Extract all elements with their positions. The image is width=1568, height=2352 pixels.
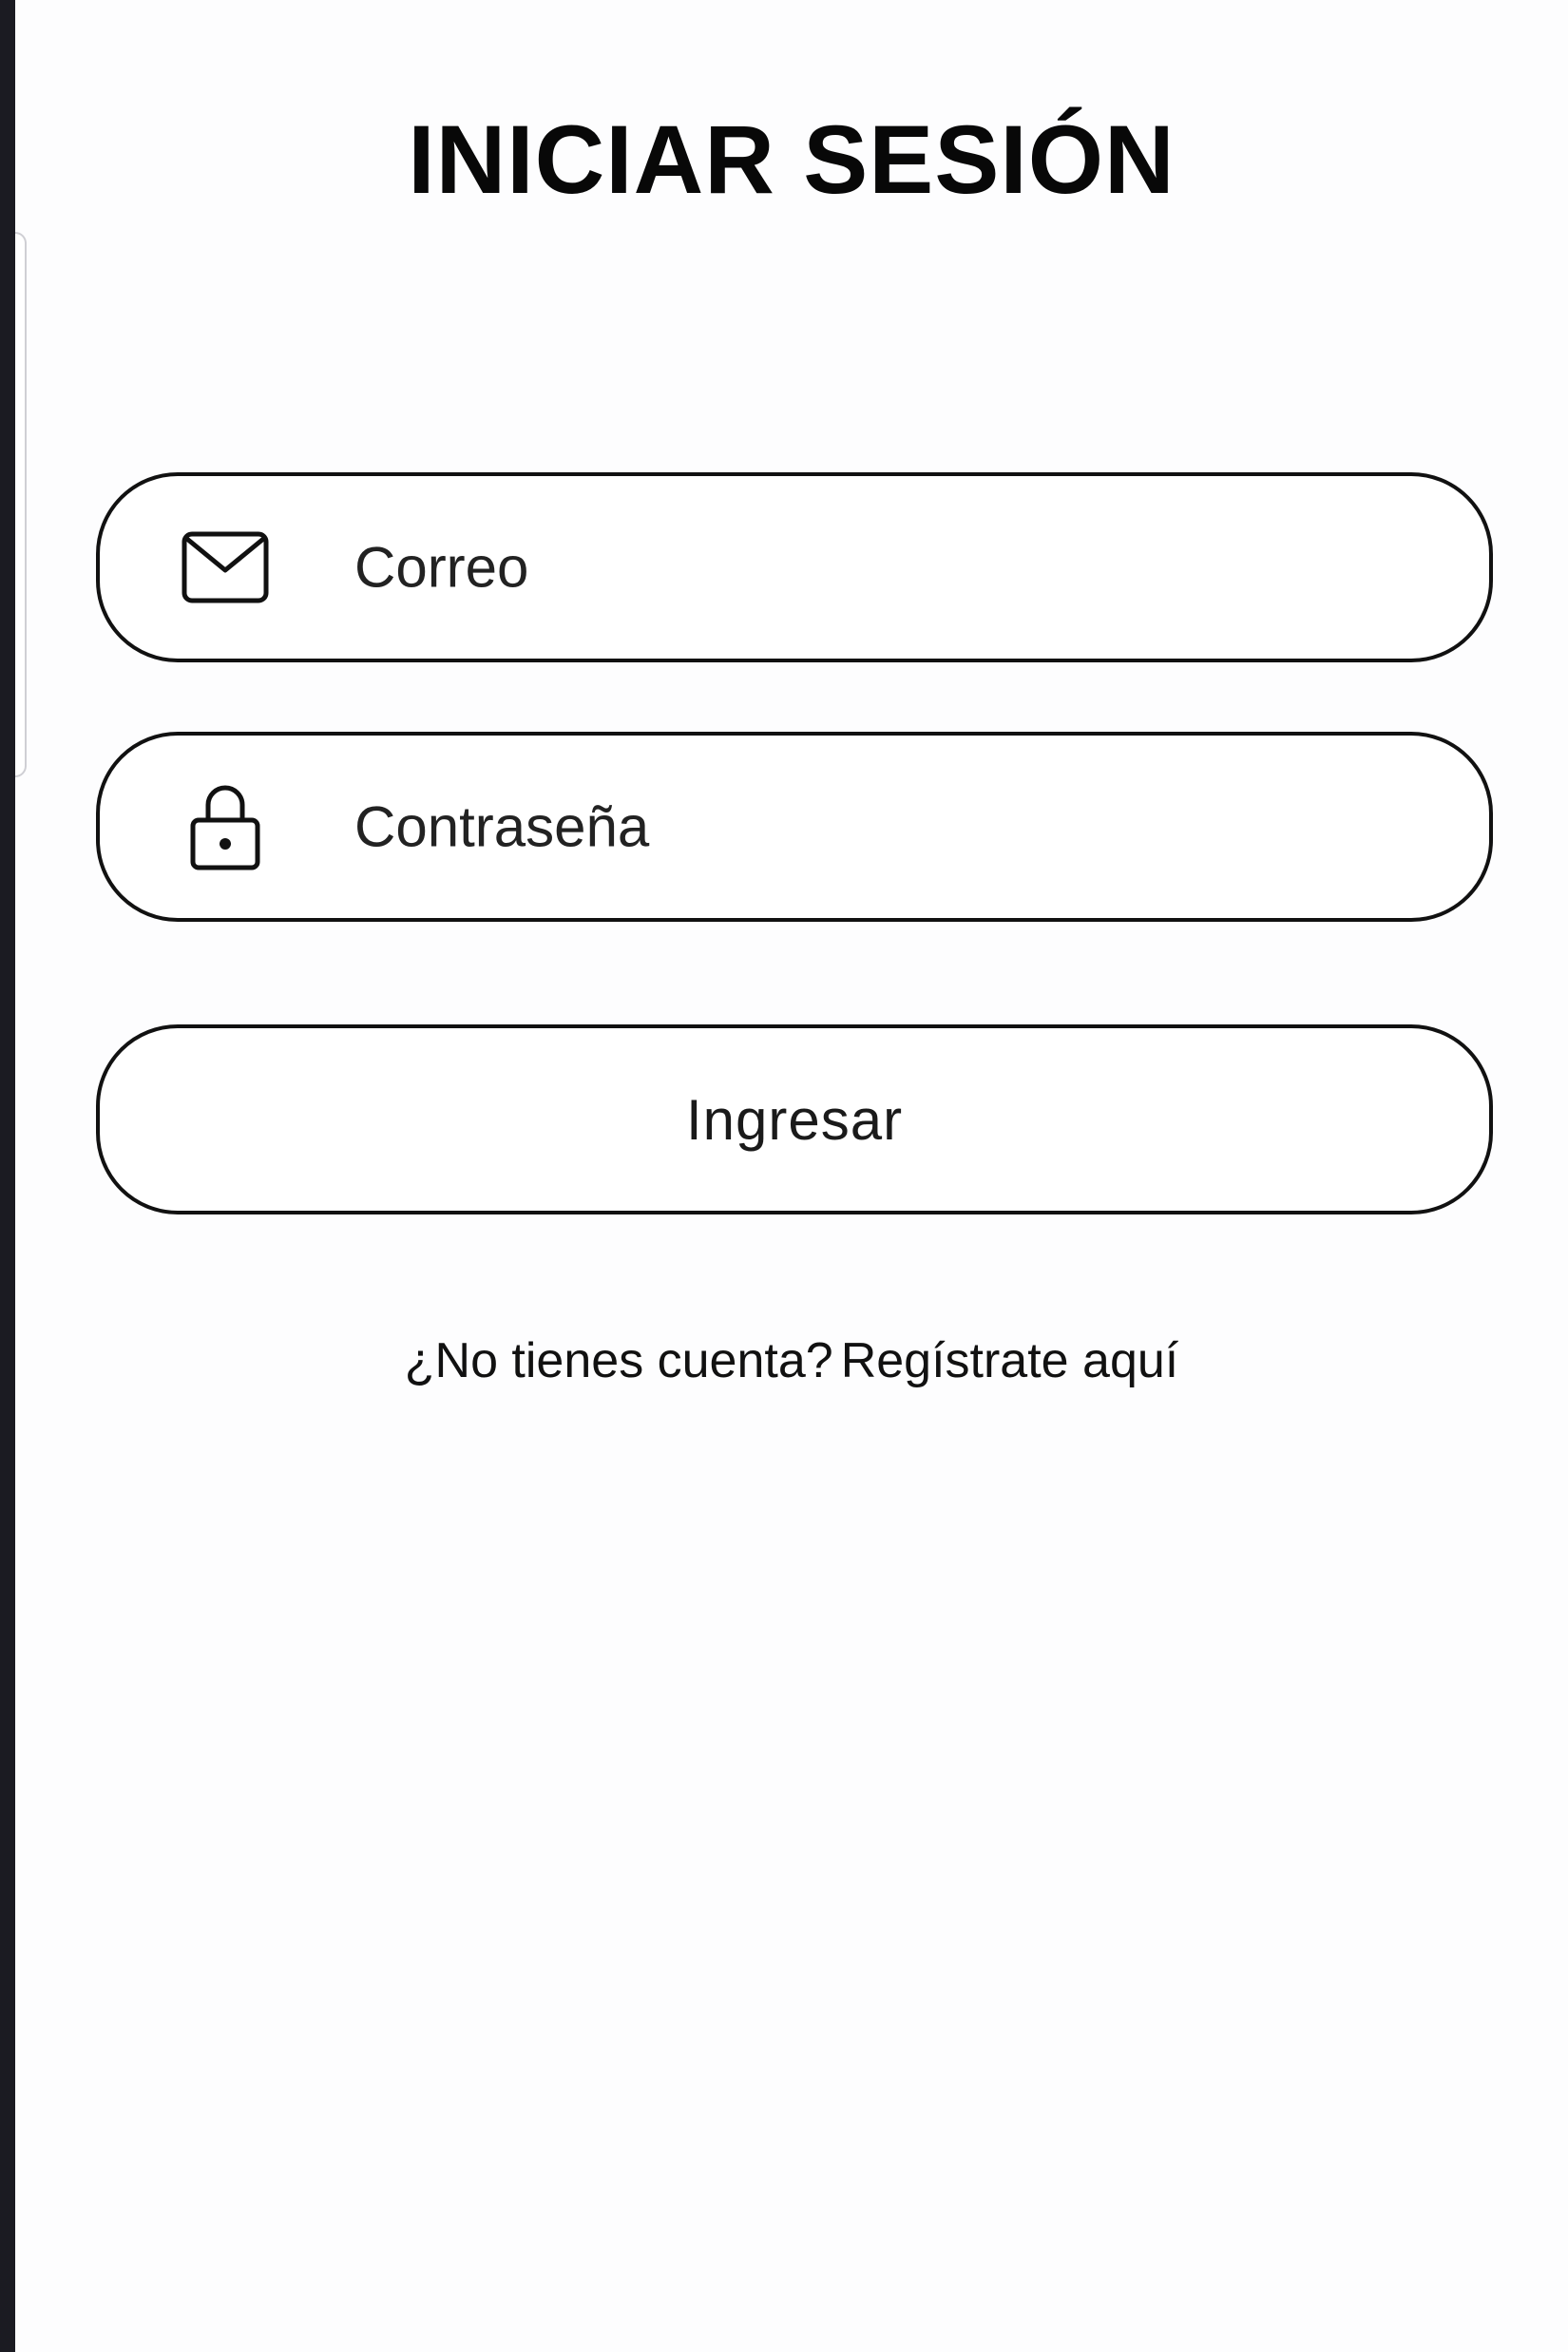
envelope-icon	[181, 523, 270, 612]
email-input[interactable]	[354, 534, 1400, 601]
page-title: INICIAR SESIÓN	[408, 105, 1176, 214]
lock-icon	[181, 782, 270, 871]
device-edge	[0, 0, 15, 2352]
login-screen: INICIAR SESIÓN Ingresar ¿No tienes cuent…	[15, 0, 1568, 2352]
signup-row: ¿No tienes cuenta? Regístrate aquí	[15, 1332, 1568, 1389]
login-button[interactable]: Ingresar	[96, 1024, 1493, 1214]
signup-link[interactable]: Regístrate aquí	[841, 1333, 1179, 1388]
email-field[interactable]	[96, 472, 1493, 662]
password-input[interactable]	[354, 794, 1400, 860]
edge-handle	[15, 232, 27, 777]
signup-prompt: ¿No tienes cuenta?	[404, 1333, 833, 1388]
password-field[interactable]	[96, 732, 1493, 922]
